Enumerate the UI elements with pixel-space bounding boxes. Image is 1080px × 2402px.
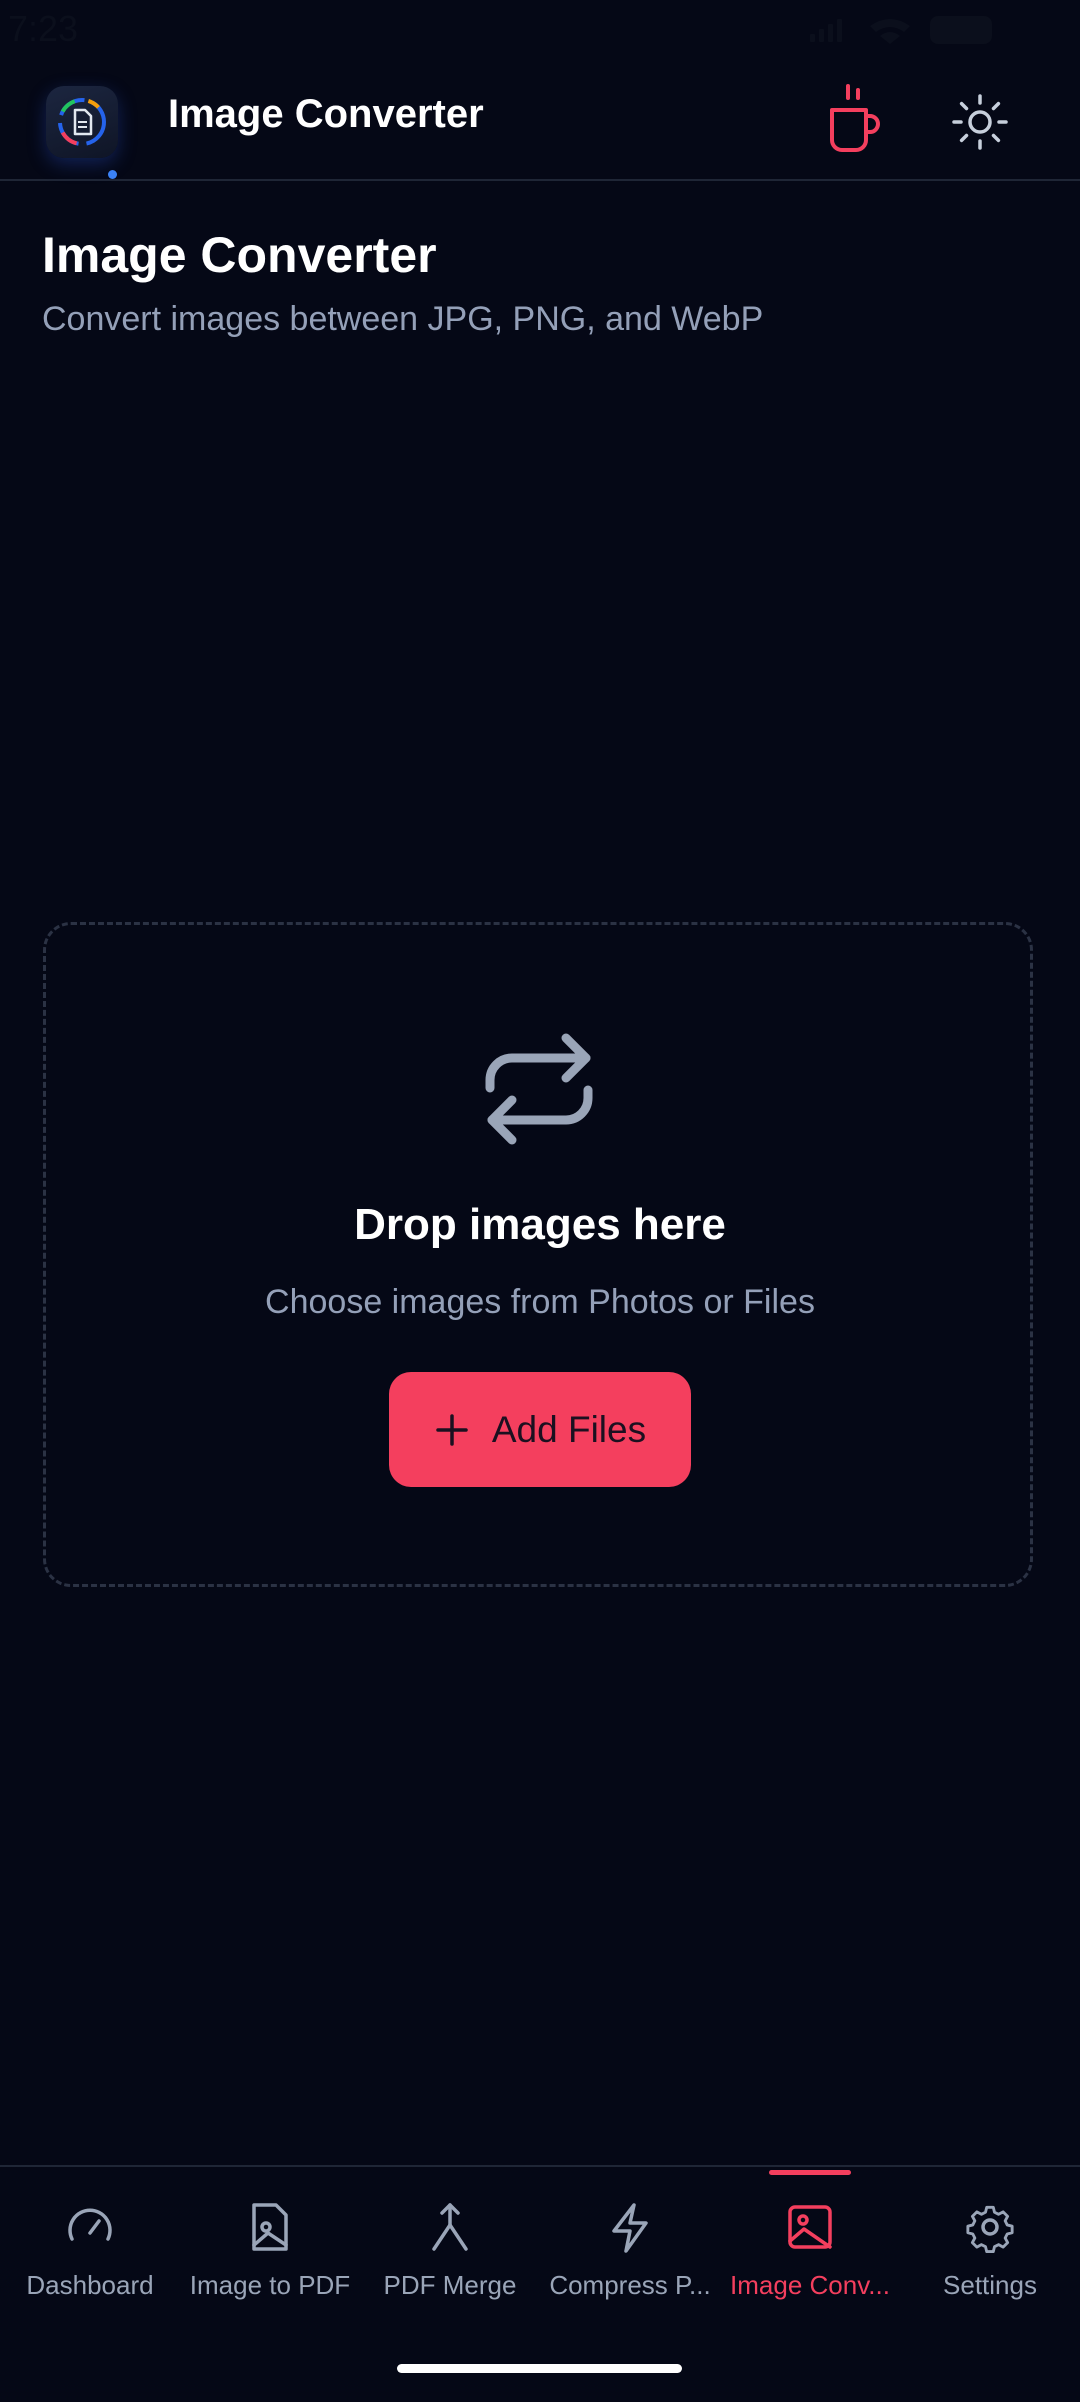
nav-item-compress-pdf[interactable]: Compress P... xyxy=(540,2167,720,2327)
drop-zone-title: Drop images here xyxy=(354,1200,726,1249)
merge-icon xyxy=(432,2203,468,2251)
swap-arrows-icon xyxy=(485,1033,593,1145)
image-file-icon xyxy=(252,2203,288,2251)
plus-icon xyxy=(436,1413,468,1446)
app-title: Image Converter xyxy=(168,92,484,136)
lightning-icon xyxy=(612,2203,648,2253)
coffee-cup-icon xyxy=(830,84,880,152)
nav-item-image-to-pdf[interactable]: Image to PDF xyxy=(180,2167,360,2327)
nav-item-image-converter[interactable]: Image Conv... xyxy=(720,2167,900,2327)
app-header: Image Converter xyxy=(0,60,1080,181)
status-bar: 7:23 xyxy=(0,0,1080,60)
nav-label-image-to-pdf: Image to PDF xyxy=(189,2270,351,2300)
sun-icon xyxy=(952,94,1008,150)
page-subtitle: Convert images between JPG, PNG, and Web… xyxy=(42,300,764,338)
add-files-button[interactable]: Add Files xyxy=(389,1372,691,1487)
nav-label-image-converter: Image Conv... xyxy=(730,2270,890,2300)
theme-toggle-button[interactable] xyxy=(948,90,1012,154)
nav-label-dashboard: Dashboard xyxy=(26,2270,154,2300)
coffee-button[interactable] xyxy=(820,82,884,160)
page-title: Image Converter xyxy=(42,227,437,283)
app-logo xyxy=(46,86,118,158)
gear-icon xyxy=(966,2205,1014,2253)
nav-item-settings[interactable]: Settings xyxy=(900,2167,1080,2327)
status-time: 7:23 xyxy=(8,8,79,49)
active-tab-indicator xyxy=(769,2170,851,2175)
drop-zone-subtitle: Choose images from Photos or Files xyxy=(265,1283,815,1321)
status-icons xyxy=(810,16,992,44)
nav-item-pdf-merge[interactable]: PDF Merge xyxy=(360,2167,540,2327)
nav-label-compress-pdf: Compress P... xyxy=(549,2270,711,2300)
image-icon xyxy=(788,2205,832,2249)
nav-item-dashboard[interactable]: Dashboard xyxy=(0,2167,180,2327)
nav-label-settings: Settings xyxy=(943,2270,1037,2300)
gauge-icon xyxy=(68,2208,112,2241)
home-indicator[interactable] xyxy=(397,2364,682,2373)
drop-zone[interactable] xyxy=(43,922,1033,1587)
logo-indicator-dot xyxy=(108,170,117,179)
add-files-label: Add Files xyxy=(491,1408,647,1450)
app-logo-icon xyxy=(58,98,106,146)
nav-label-pdf-merge: PDF Merge xyxy=(383,2270,517,2300)
